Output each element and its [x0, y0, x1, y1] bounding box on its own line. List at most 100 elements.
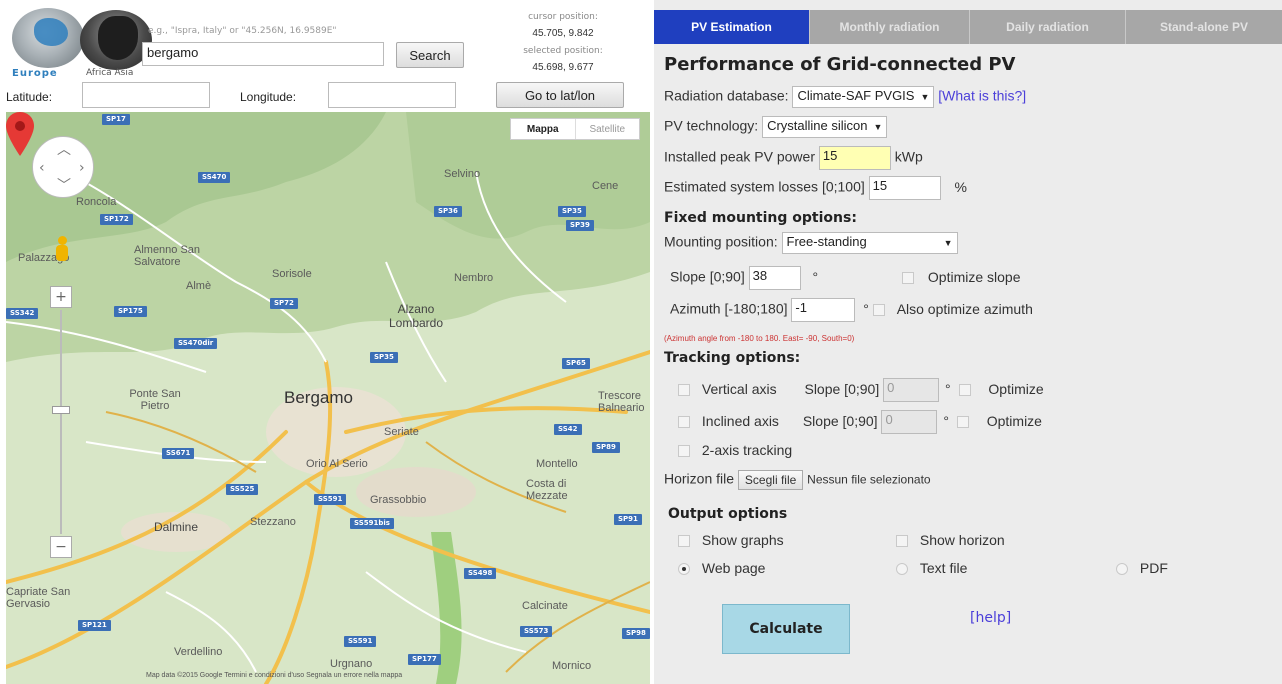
output-heading: Output options [668, 506, 788, 522]
slope-input[interactable]: 38 [748, 266, 801, 290]
road-shield: SP35 [370, 352, 398, 363]
optimize-azimuth-label: Also optimize azimuth [896, 300, 1033, 317]
zoom-in-button[interactable]: + [50, 286, 72, 308]
vertical-axis-row: Vertical axis Slope [0;90] 0 ° Optimize [678, 378, 1044, 402]
text-file-label: Text file [919, 560, 968, 576]
map-place-label: Trescore Balneario [598, 390, 645, 414]
map-place-label: Grassobbio [370, 494, 427, 506]
azimuth-input[interactable]: -1 [791, 298, 856, 322]
radiation-db-label: Radiation database: [664, 87, 789, 104]
horizon-row: Horizon file Scegli file Nessun file sel… [664, 470, 931, 490]
two-axis-checkbox[interactable] [678, 445, 690, 458]
pdf-radio[interactable] [1116, 563, 1128, 576]
europe-globe-icon[interactable] [12, 8, 84, 68]
tab-bar: PV Estimation Monthly radiation Daily ra… [654, 10, 1282, 44]
vertical-slope-label: Slope [0;90] [804, 380, 880, 397]
radiation-db-select[interactable]: Climate-SAF PVGIS ▼ [792, 86, 935, 108]
pan-up-icon[interactable]: ︿ [57, 143, 71, 157]
pan-control[interactable]: ︿ ﹀ ‹ › [32, 136, 94, 198]
map-canvas[interactable]: Roncola Palazzago Almenno San Salvatore … [6, 112, 650, 684]
road-shield: SS591 [344, 636, 377, 647]
losses-input[interactable]: 15 [868, 176, 941, 200]
tab-monthly-radiation[interactable]: Monthly radiation [810, 10, 970, 44]
map-place-label: Roncola [76, 196, 117, 208]
tracking-heading: Tracking options: [664, 350, 801, 366]
pv-tech-select[interactable]: Crystalline silicon ▼ [762, 116, 888, 138]
chevron-down-icon: ▼ [873, 122, 883, 132]
optimize-azimuth-checkbox[interactable] [872, 304, 885, 316]
page-title: Performance of Grid-connected PV [664, 54, 1016, 75]
no-file-text: Nessun file selezionato [807, 472, 931, 487]
help-link[interactable]: [help] [970, 610, 1011, 626]
losses-label: Estimated system losses [0;100] [664, 178, 865, 195]
vertical-axis-checkbox[interactable] [678, 384, 690, 396]
zoom-slider-handle[interactable] [52, 406, 70, 414]
text-file-radio[interactable] [896, 563, 908, 576]
slope-row: Slope [0;90] 38 ° Optimize slope [670, 266, 1021, 290]
horizon-label: Horizon file [664, 470, 735, 487]
road-shield: SP39 [566, 220, 594, 231]
vertical-optimize-checkbox[interactable] [958, 384, 971, 396]
pdf-label: PDF [1139, 560, 1168, 576]
what-is-this-link[interactable]: [What is this?] [938, 88, 1026, 104]
longitude-input[interactable] [328, 82, 456, 108]
map-place-bergamo: Bergamo [284, 388, 353, 407]
choose-file-button[interactable]: Scegli file [737, 470, 804, 490]
go-to-latlon-button[interactable]: Go to lat/lon [496, 82, 624, 108]
street-view-pegman-icon[interactable] [55, 236, 69, 266]
map-type-satellite-button[interactable]: Satellite [574, 119, 640, 139]
vertical-slope-degree: ° [945, 380, 951, 397]
road-shield: SS42 [554, 424, 582, 435]
region-africa-asia-label[interactable]: Africa Asia [86, 68, 133, 78]
web-page-label: Web page [701, 560, 766, 576]
region-europe-label[interactable]: Europe [12, 68, 58, 79]
pv-tech-label: PV technology: [664, 117, 759, 134]
tab-daily-radiation[interactable]: Daily radiation [970, 10, 1126, 44]
inclined-axis-checkbox[interactable] [678, 416, 690, 428]
zoom-slider-track[interactable] [60, 310, 62, 534]
road-shield: SS525 [226, 484, 259, 495]
tab-pv-estimation[interactable]: PV Estimation [654, 10, 810, 44]
road-shield: SP17 [102, 114, 130, 125]
show-graphs-checkbox[interactable] [678, 535, 690, 548]
map-place-label: Nembro [454, 272, 494, 284]
optimize-slope-checkbox[interactable] [902, 272, 915, 284]
pan-down-icon[interactable]: ﹀ [57, 179, 71, 193]
road-shield: SP175 [114, 306, 147, 317]
map-place-label: Alzano Lombardo [388, 302, 444, 330]
search-button[interactable]: Search [396, 42, 464, 68]
pan-left-icon[interactable]: ‹ [39, 161, 45, 175]
road-shield: SP121 [78, 620, 111, 631]
latitude-input[interactable] [82, 82, 210, 108]
road-shield: SP72 [270, 298, 298, 309]
road-shield: SP89 [592, 442, 620, 453]
road-shield: SP35 [558, 206, 586, 217]
web-page-radio[interactable] [678, 563, 690, 576]
chevron-down-icon: ▼ [943, 238, 953, 248]
map-type-control: Mappa Satellite [510, 118, 640, 140]
show-horizon-checkbox[interactable] [896, 535, 908, 548]
vertical-slope-input[interactable]: 0 [883, 378, 940, 402]
vertical-optimize-label: Optimize [988, 380, 1044, 397]
calculate-button[interactable]: Calculate [722, 604, 850, 654]
search-input[interactable]: bergamo [142, 42, 384, 66]
pan-right-icon[interactable]: › [79, 161, 85, 175]
latitude-label: Latitude: [6, 90, 53, 104]
peak-power-row: Installed peak PV power 15 kWp [664, 146, 923, 170]
mounting-select[interactable]: Free-standing ▼ [781, 232, 958, 254]
map-place-label: Cene [592, 180, 619, 192]
inclined-optimize-checkbox[interactable] [956, 416, 969, 428]
peak-power-input[interactable]: 15 [818, 146, 891, 170]
inclined-slope-label: Slope [0;90] [802, 412, 878, 429]
mounting-label: Mounting position: [664, 233, 778, 250]
zoom-out-button[interactable]: − [50, 536, 72, 558]
road-shield: SP98 [622, 628, 650, 639]
peak-power-unit: kWp [894, 148, 923, 165]
map-place-label: Stezzano [250, 516, 296, 528]
location-marker-icon[interactable] [6, 112, 34, 156]
map-type-map-button[interactable]: Mappa [511, 119, 575, 139]
tab-stand-alone-pv[interactable]: Stand-alone PV [1126, 10, 1282, 44]
inclined-optimize-label: Optimize [986, 412, 1042, 429]
show-graphs-label: Show graphs [701, 532, 784, 548]
inclined-slope-input[interactable]: 0 [881, 410, 938, 434]
